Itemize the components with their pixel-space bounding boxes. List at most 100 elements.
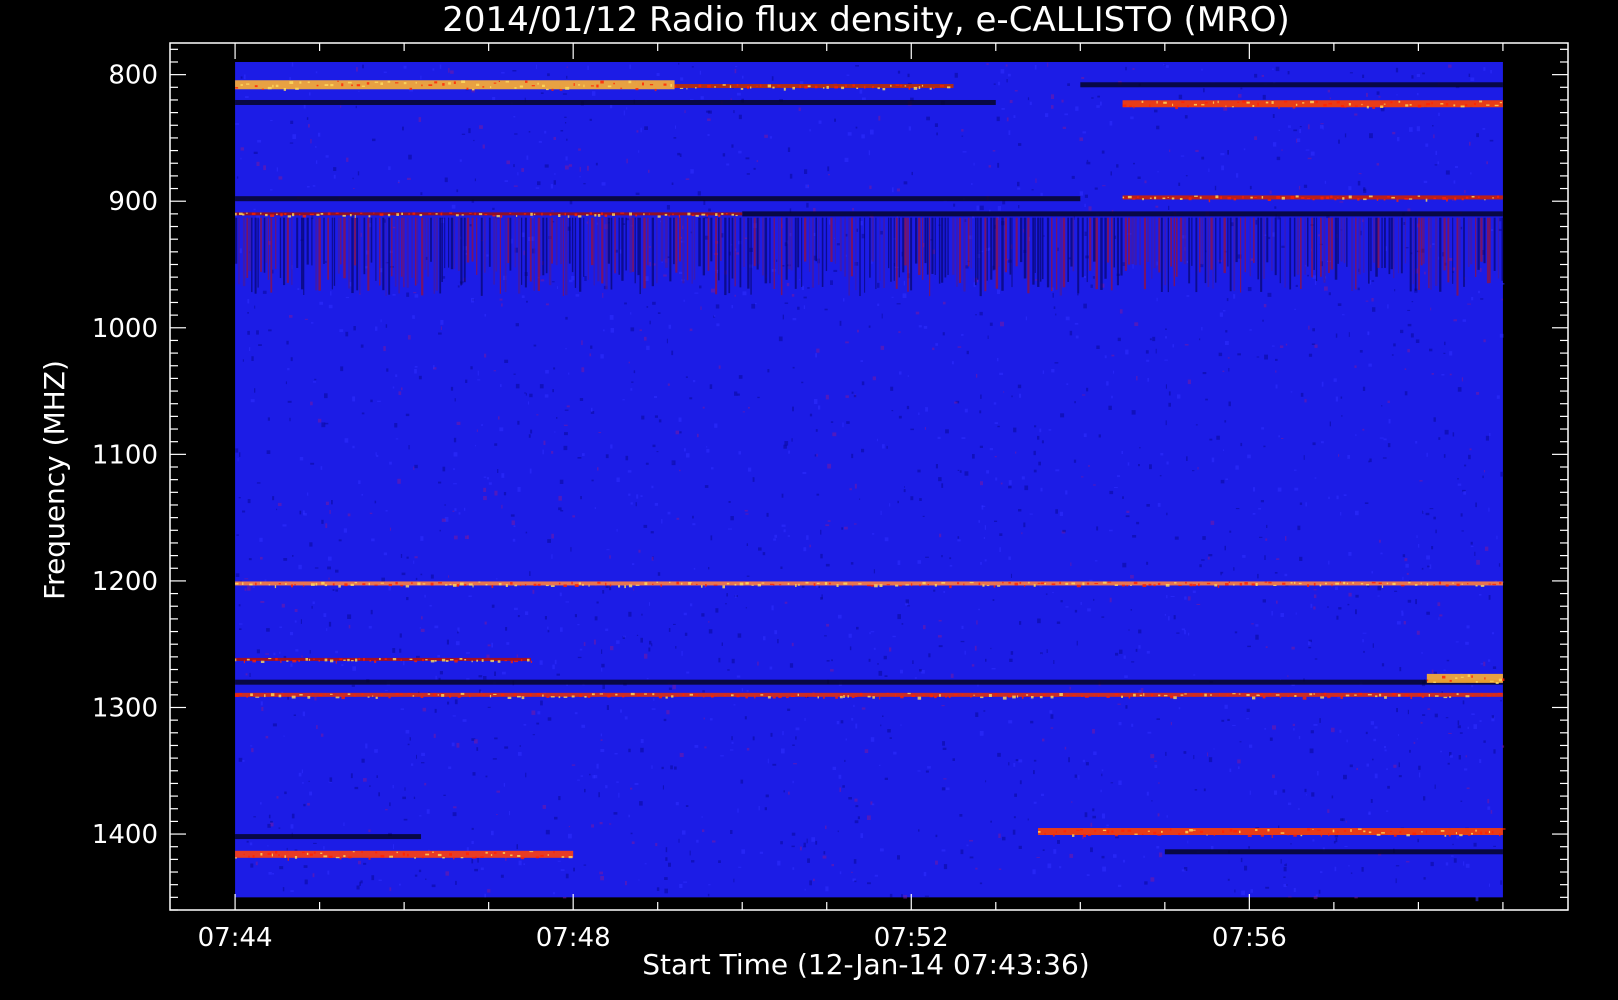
noise-pixel — [854, 880, 857, 883]
emission-speckle — [648, 213, 650, 215]
noise-pixel — [1094, 187, 1098, 190]
emission-speckle — [1307, 828, 1310, 831]
emission-speckle — [1440, 103, 1444, 105]
noise-pixel — [1354, 113, 1358, 116]
emission-speckle — [1323, 103, 1327, 107]
noise-pixel — [552, 892, 556, 895]
noise-pixel — [351, 684, 355, 687]
noise-pixel — [1363, 187, 1366, 191]
noise-pixel — [601, 663, 605, 668]
noise-pixel — [704, 216, 708, 219]
streak-line — [1116, 217, 1119, 286]
noise-pixel — [830, 421, 834, 423]
noise-pixel — [375, 452, 377, 456]
emission-speckle — [248, 855, 250, 858]
noise-pixel — [309, 650, 311, 654]
noise-pixel — [813, 207, 816, 212]
streak-line — [499, 217, 501, 294]
noise-pixel — [451, 204, 456, 209]
noise-pixel — [841, 527, 844, 530]
emission-speckle — [1320, 834, 1323, 837]
emission-speckle — [402, 852, 405, 856]
streak-line — [1212, 217, 1214, 289]
noise-pixel — [741, 849, 745, 854]
noise-pixel — [407, 743, 410, 746]
streak-line — [607, 217, 610, 264]
noise-pixel — [1348, 552, 1352, 556]
noise-pixel — [646, 677, 649, 680]
noise-pixel — [995, 477, 998, 481]
noise-pixel — [513, 607, 518, 611]
emission-speckle — [1287, 834, 1289, 836]
emission-speckle — [493, 693, 497, 695]
emission-speckle — [1363, 198, 1367, 201]
emission-speckle — [523, 213, 527, 215]
emission-speckle — [533, 583, 537, 586]
noise-pixel — [297, 288, 300, 291]
noise-pixel — [1307, 157, 1312, 160]
noise-pixel — [1464, 464, 1467, 467]
streak-line — [1199, 217, 1201, 273]
noise-pixel — [448, 575, 450, 578]
noise-pixel — [1275, 370, 1277, 373]
noise-pixel — [758, 547, 762, 551]
noise-pixel — [1300, 392, 1304, 397]
noise-pixel — [1122, 859, 1126, 863]
noise-pixel — [315, 71, 318, 74]
noise-pixel — [630, 327, 635, 332]
noise-pixel — [1411, 301, 1414, 303]
noise-pixel — [1157, 502, 1161, 507]
noise-pixel — [1374, 773, 1378, 779]
noise-pixel — [581, 367, 585, 373]
noise-pixel — [594, 616, 598, 621]
noise-pixel — [1416, 630, 1420, 635]
noise-pixel — [300, 619, 302, 624]
emission-speckle — [783, 87, 786, 91]
noise-pixel — [708, 208, 711, 212]
noise-pixel — [1041, 440, 1044, 444]
noise-pixel — [1349, 72, 1353, 74]
streak-line — [818, 217, 820, 285]
streak-line — [441, 217, 443, 282]
noise-pixel — [1078, 775, 1080, 780]
noise-pixel — [1237, 353, 1241, 356]
emission-speckle — [1498, 678, 1503, 682]
noise-pixel — [517, 486, 521, 492]
noise-pixel — [994, 422, 998, 424]
emission-speckle — [1044, 582, 1046, 585]
emission-speckle — [537, 583, 541, 586]
streak-line — [1188, 217, 1191, 284]
streak-line — [1167, 217, 1169, 293]
noise-pixel — [236, 176, 239, 179]
noise-pixel — [587, 65, 589, 70]
noise-pixel — [901, 623, 904, 625]
noise-pixel — [1476, 559, 1480, 565]
noise-pixel — [1429, 508, 1434, 510]
emission-speckle — [490, 86, 492, 89]
noise-pixel — [242, 359, 244, 362]
noise-pixel — [279, 866, 284, 870]
emission-speckle — [527, 658, 530, 662]
emission-speckle — [295, 87, 299, 90]
emission-speckle — [1393, 834, 1397, 837]
emission-speckle — [1158, 694, 1161, 697]
emission-speckle — [1170, 828, 1172, 831]
noise-pixel — [1131, 661, 1135, 663]
noise-pixel — [859, 89, 863, 94]
streak-line — [1412, 217, 1414, 285]
emission-speckle — [949, 585, 952, 589]
emission-speckle — [843, 695, 845, 698]
noise-pixel — [1294, 487, 1299, 491]
noise-pixel — [1091, 97, 1094, 99]
emission-speckle — [1002, 696, 1007, 700]
noise-pixel — [360, 232, 362, 237]
noise-pixel — [630, 502, 633, 505]
noise-pixel — [292, 134, 297, 140]
noise-pixel — [650, 531, 654, 534]
noise-pixel — [702, 829, 705, 833]
noise-pixel — [654, 415, 658, 418]
streak-line — [675, 217, 678, 273]
streak-line — [1179, 217, 1183, 262]
emission-speckle — [601, 212, 603, 216]
emission-speckle — [701, 585, 703, 588]
